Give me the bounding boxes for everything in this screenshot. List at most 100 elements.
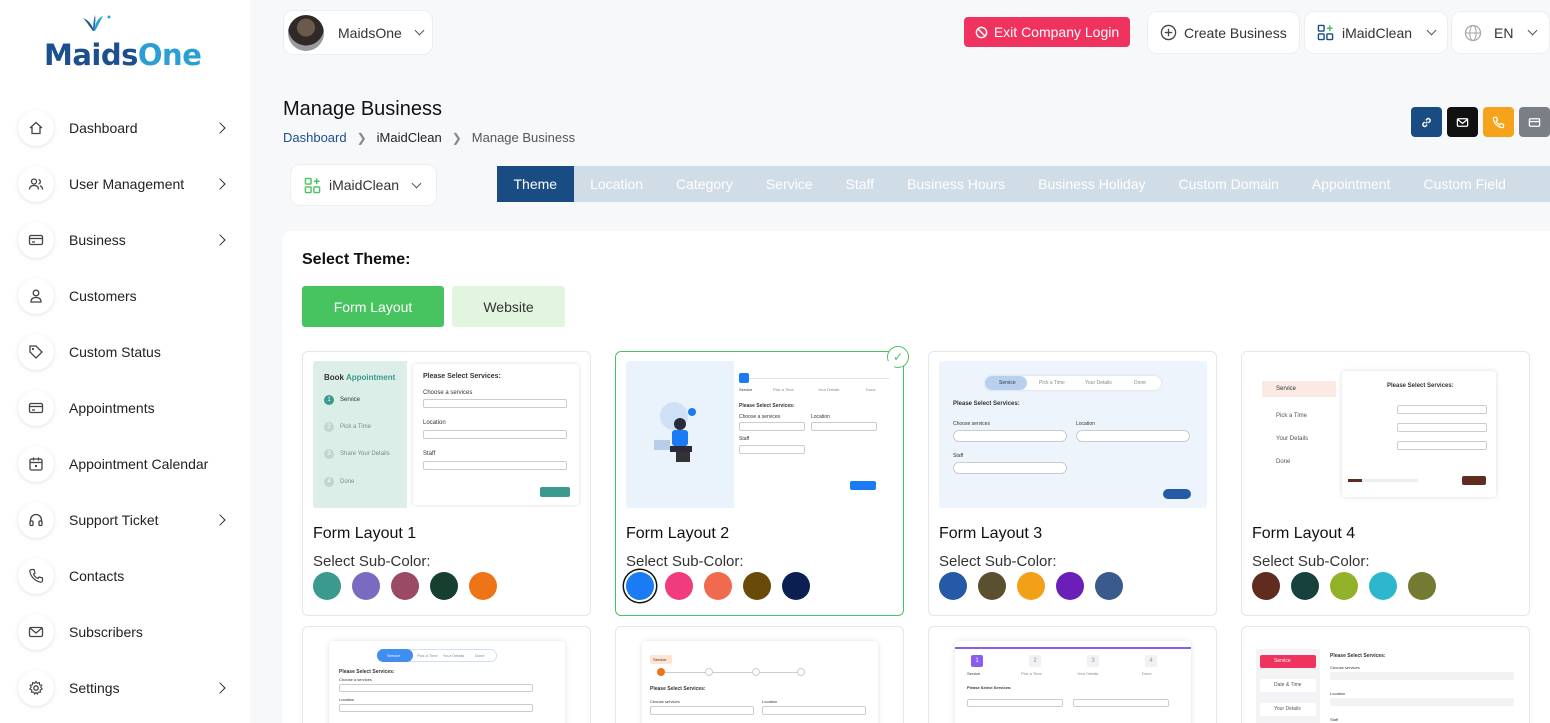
thumb-step: Service (739, 387, 753, 392)
business-switcher[interactable]: iMaidClean (1304, 11, 1448, 54)
sub-color-swatch[interactable] (1095, 572, 1123, 600)
link-button[interactable] (1411, 107, 1442, 137)
sub-color-swatch[interactable] (743, 572, 771, 600)
sub-color-swatch[interactable] (1056, 572, 1084, 600)
sub-color-swatch[interactable] (313, 572, 341, 600)
sidebar-item-business[interactable]: Business (18, 212, 250, 268)
theme-card-form-layout-4[interactable]: Service Pick a Time Your Details Done Pl… (1241, 351, 1530, 616)
gear-icon (18, 670, 54, 706)
sub-color-label: Select Sub-Color: (939, 553, 1057, 570)
sidebar-item-subscribers[interactable]: Subscribers (18, 604, 250, 660)
sidebar-nav: Dashboard User Management Business Customer… (18, 100, 250, 716)
sidebar-item-support-ticket[interactable]: Support Ticket (18, 492, 250, 548)
exit-company-login-label: Exit Company Login (993, 24, 1120, 40)
thumb-label: Choose services (1330, 665, 1360, 670)
sub-color-swatch[interactable] (1369, 572, 1397, 600)
thumb-heading: Please Select Services: (423, 373, 501, 380)
sub-color-swatch[interactable] (626, 572, 654, 600)
sub-color-swatch[interactable] (939, 572, 967, 600)
sub-color-swatch[interactable] (1408, 572, 1436, 600)
theme-card-form-layout-8[interactable]: Service Date & Time Your Details Please … (1241, 626, 1530, 723)
sidebar-item-custom-status[interactable]: Custom Status (18, 324, 250, 380)
page-title: Manage Business (283, 98, 442, 120)
breadcrumb-business[interactable]: iMaidClean (377, 130, 442, 145)
sub-color-swatch[interactable] (1252, 572, 1280, 600)
sidebar-item-label: Dashboard (69, 120, 138, 136)
user-menu[interactable]: MaidsOne (283, 10, 433, 55)
sub-color-swatch[interactable] (665, 572, 693, 600)
form-layout-mode-button[interactable]: Form Layout (302, 286, 444, 327)
phone-button[interactable] (1483, 107, 1514, 137)
sub-color-swatch[interactable] (1017, 572, 1045, 600)
sidebar-item-appointments[interactable]: Appointments (18, 380, 250, 436)
thumb-heading: Please Select Services: (953, 401, 1020, 407)
thumb-step: Done (1276, 459, 1291, 465)
tab-business-holiday[interactable]: Business Holiday (1022, 166, 1162, 202)
language-switcher[interactable]: EN (1451, 11, 1550, 54)
sidebar-item-appointment-calendar[interactable]: Appointment Calendar (18, 436, 250, 492)
tab-service[interactable]: Service (749, 166, 829, 202)
theme-card-form-layout-7[interactable]: 1 2 3 4 Service Pick a Time Your Details… (928, 626, 1217, 723)
sub-color-swatch[interactable] (352, 572, 380, 600)
tab-category[interactable]: Category (660, 166, 750, 202)
form-layout-1-preview: Book Appointment 1 Service 2 Pick a Time… (313, 361, 581, 508)
thumb-label: Staff (1330, 717, 1339, 722)
sub-color-swatch[interactable] (782, 572, 810, 600)
sidebar-item-label: Settings (69, 680, 120, 696)
exit-company-login-button[interactable]: Exit Company Login (964, 17, 1130, 47)
sidebar-item-settings[interactable]: Settings (18, 660, 250, 716)
theme-card-form-layout-1[interactable]: Book Appointment 1 Service 2 Pick a Time… (302, 351, 591, 616)
tab-business-hours[interactable]: Business Hours (891, 166, 1022, 202)
website-mode-button[interactable]: Website (452, 286, 565, 327)
thumb-step: Done (1134, 380, 1146, 386)
tab-custom-domain[interactable]: Custom Domain (1162, 166, 1295, 202)
thumb-label: Staff (423, 451, 436, 457)
theme-card-form-layout-3[interactable]: Service Pick a Time Your Details Done Pl… (928, 351, 1217, 616)
create-business-button[interactable]: Create Business (1147, 11, 1300, 54)
thumb-heading: Please Select Services: (1330, 653, 1386, 659)
business-select[interactable]: iMaidClean (290, 164, 437, 206)
thumb-heading: Please Select Services: (739, 403, 795, 409)
sub-color-swatch[interactable] (978, 572, 1006, 600)
tab-custom-field[interactable]: Custom Field (1407, 166, 1522, 202)
breadcrumb-dashboard[interactable]: Dashboard (283, 130, 347, 145)
form-layout-2-preview: Service Pick a Time Your Details Done Pl… (626, 361, 894, 508)
breadcrumb: Dashboard ❯ iMaidClean ❯ Manage Business (283, 130, 575, 145)
tab-appointment[interactable]: Appointment (1295, 166, 1407, 202)
chevron-right-icon (214, 122, 226, 134)
sub-color-swatch[interactable] (1291, 572, 1319, 600)
theme-card-form-layout-2[interactable]: ✓ Service Pick a Time Your Details Done … (615, 346, 909, 616)
thumb-step: Date & Time (1274, 682, 1302, 688)
theme-card-form-layout-6[interactable]: Service Please Select Services: Choose s… (615, 626, 904, 723)
sub-color-swatch[interactable] (704, 572, 732, 600)
thumb-heading: Please Select Services: (650, 686, 706, 692)
sidebar-item-contacts[interactable]: Contacts (18, 548, 250, 604)
tab-staff[interactable]: Staff (829, 166, 891, 202)
sidebar-item-dashboard[interactable]: Dashboard (18, 100, 250, 156)
card-button[interactable] (1519, 107, 1550, 137)
sub-color-swatch[interactable] (391, 572, 419, 600)
sidebar-item-customers[interactable]: Customers (18, 268, 250, 324)
thumb-step: Your Details (443, 653, 465, 658)
ban-icon (975, 26, 988, 38)
tab-theme[interactable]: Theme (497, 166, 574, 202)
sidebar-item-user-management[interactable]: User Management (18, 156, 250, 212)
thumb-appointment: Appointment (345, 373, 396, 382)
maidsone-logo[interactable]: MaidsOne (44, 15, 202, 70)
chevron-down-icon (411, 178, 422, 188)
sub-color-swatch[interactable] (469, 572, 497, 600)
email-button[interactable] (1447, 107, 1478, 137)
sub-color-swatch[interactable] (430, 572, 458, 600)
theme-card-form-layout-5[interactable]: Service Pick a Time Your Details Done Pl… (302, 626, 591, 723)
chevron-right-icon (214, 234, 226, 246)
chevron-right-icon (214, 682, 226, 694)
thumb-label: Choose a services (423, 390, 473, 396)
thumb-step: Your Details (818, 387, 840, 392)
tab-location[interactable]: Location (574, 166, 660, 202)
create-business-label: Create Business (1184, 24, 1287, 41)
link-icon (1422, 117, 1431, 127)
sub-color-swatch[interactable] (1330, 572, 1358, 600)
thumb-label: Location (423, 420, 446, 426)
thumb-step: Pick a Time (340, 424, 372, 430)
business-select-label: iMaidClean (329, 177, 400, 193)
